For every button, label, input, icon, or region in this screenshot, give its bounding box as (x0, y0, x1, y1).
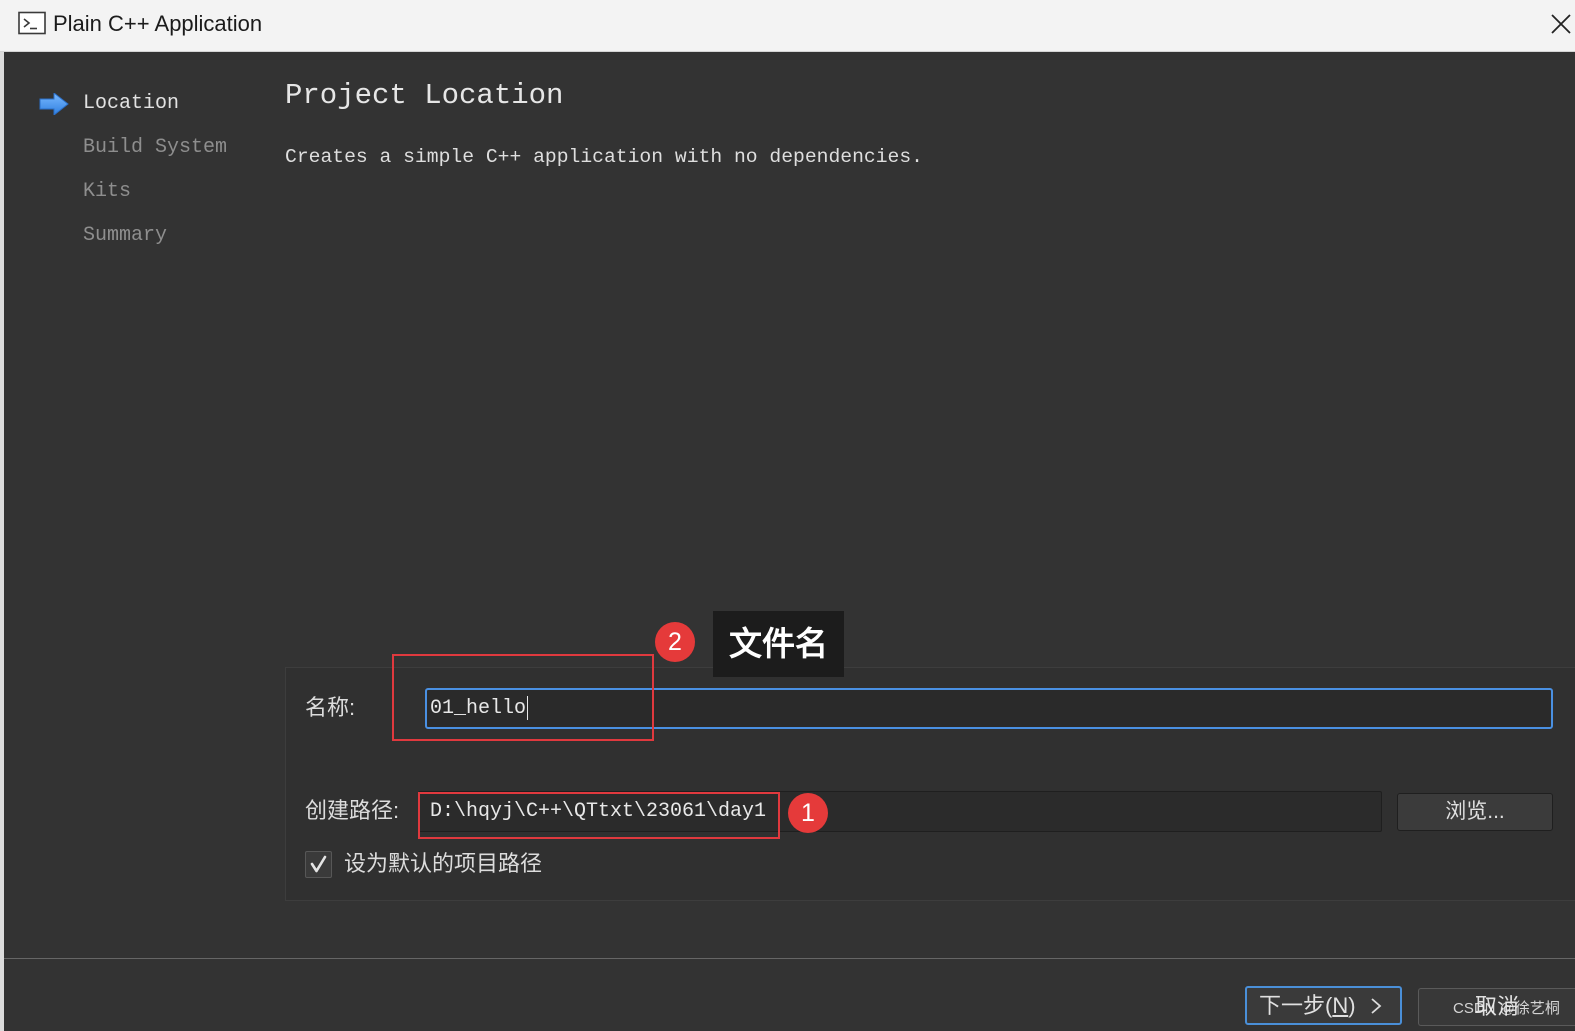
window-title: Plain C++ Application (53, 11, 263, 36)
annotation-badge-1: 1 (788, 793, 828, 833)
window-border (0, 52, 4, 1031)
page-description: Creates a simple C++ application with no… (285, 146, 923, 168)
step-build-system[interactable]: Build System (39, 136, 227, 160)
next-button[interactable]: 下一步(N) (1245, 986, 1402, 1025)
step-label: Kits (83, 180, 132, 203)
annotation-badge-2: 2 (655, 622, 695, 662)
close-icon[interactable] (1549, 12, 1571, 36)
default-path-label: 设为默认的项目路径 (344, 851, 543, 876)
page-title: Project Location (285, 79, 564, 112)
step-location[interactable]: Location (39, 92, 227, 116)
next-label-mnemonic: N (1332, 993, 1349, 1018)
step-label: Location (83, 92, 180, 115)
next-label-prefix: 下一步( (1259, 993, 1333, 1018)
step-label: Summary (83, 224, 168, 247)
terminal-icon (18, 11, 47, 36)
step-kits[interactable]: Kits (39, 180, 227, 204)
step-summary[interactable]: Summary (39, 224, 227, 248)
annotation-tooltip: 文件名 (713, 611, 844, 677)
path-label: 创建路径: (305, 798, 400, 823)
step-label: Build System (83, 136, 228, 159)
name-label: 名称: (305, 695, 356, 720)
browse-button[interactable]: 浏览... (1397, 793, 1553, 831)
watermark: CSDN @徐艺桐 (1453, 1000, 1560, 1017)
chevron-right-icon (1370, 997, 1381, 1014)
path-highlight-box (418, 792, 780, 839)
arrow-right-icon (39, 92, 83, 116)
checkmark-icon (310, 855, 327, 873)
name-highlight-box (392, 654, 654, 741)
next-label-suffix: ) (1348, 993, 1356, 1018)
default-path-checkbox[interactable] (305, 851, 332, 878)
wizard-steps: Location Build System Kits Summary (39, 92, 227, 248)
new-project-dialog: Plain C++ Application Location Build Sys… (0, 0, 1575, 1031)
footer-divider (4, 958, 1575, 959)
title-bar: Plain C++ Application (0, 0, 1575, 52)
